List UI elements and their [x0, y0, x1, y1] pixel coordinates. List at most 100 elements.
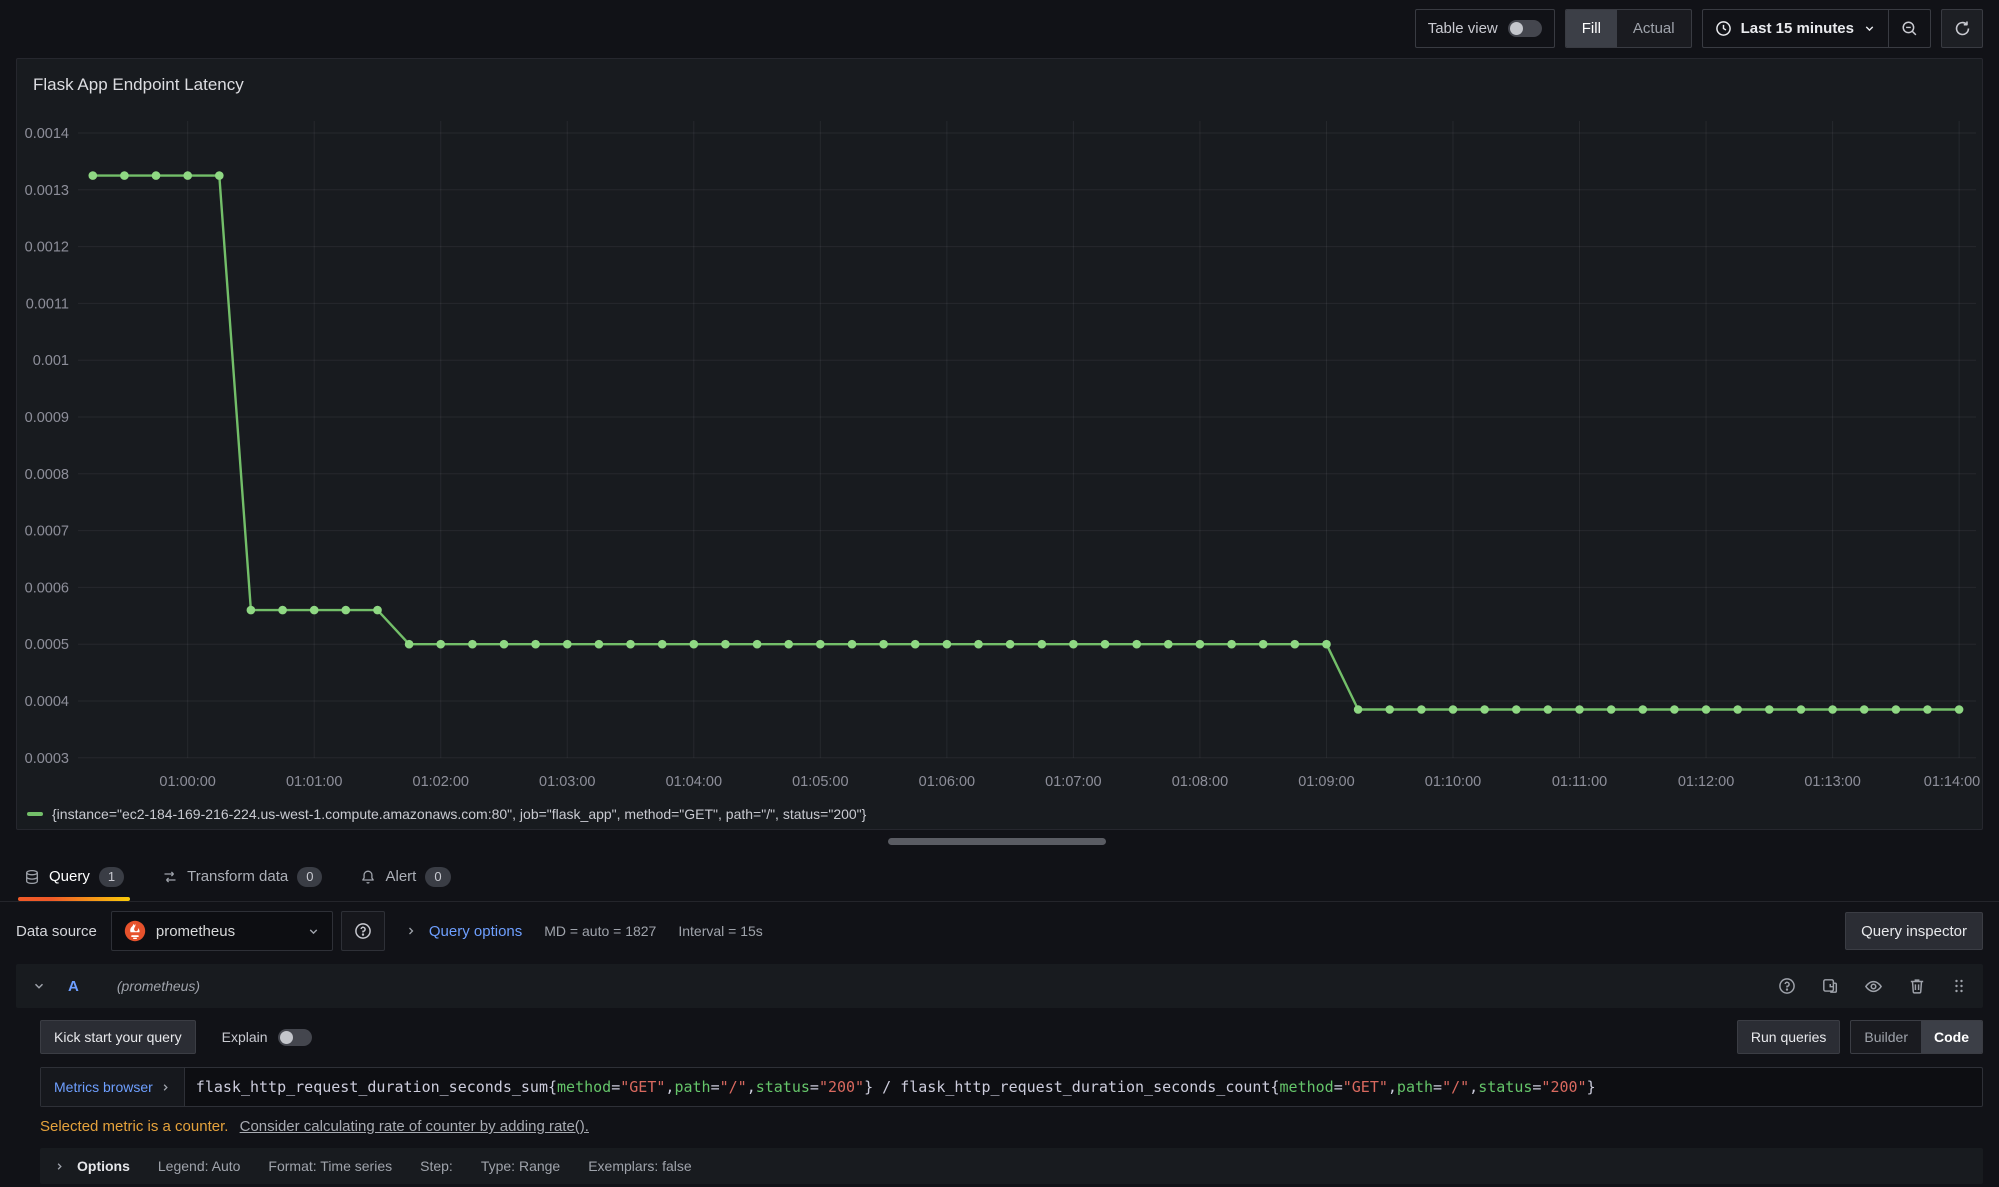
- series-point: [879, 640, 888, 649]
- explain-group: Explain: [222, 1029, 312, 1046]
- series-point: [1354, 705, 1363, 714]
- series-point: [500, 640, 509, 649]
- series-point: [1828, 705, 1837, 714]
- series-point: [310, 606, 319, 615]
- horizontal-scrollbar-thumb[interactable]: [888, 838, 1106, 845]
- datasource-row: Data source prometheus Query options MD …: [0, 908, 1999, 954]
- warning-rate-link[interactable]: Consider calculating rate of counter by …: [240, 1118, 589, 1135]
- y-axis-tick-label: 0.0008: [25, 467, 69, 483]
- y-axis-tick-label: 0.0012: [25, 240, 69, 256]
- run-queries-button[interactable]: Run queries: [1737, 1020, 1841, 1054]
- metrics-browser-button[interactable]: Metrics browser: [41, 1068, 185, 1106]
- chart-area[interactable]: 01:00:0001:01:0001:02:0001:03:0001:04:00…: [17, 111, 1982, 805]
- actual-button[interactable]: Actual: [1617, 10, 1691, 47]
- refresh-button[interactable]: [1941, 9, 1983, 48]
- prometheus-icon: [124, 920, 146, 942]
- query-options-collapsed[interactable]: Options Legend: Auto Format: Time series…: [40, 1148, 1983, 1184]
- series-point: [436, 640, 445, 649]
- tab-transform-data[interactable]: Transform data 0: [156, 852, 328, 901]
- clock-icon: [1715, 20, 1732, 37]
- x-axis-tick-label: 01:10:00: [1425, 774, 1481, 790]
- collapse-chevron-icon[interactable]: [32, 979, 46, 993]
- series-point: [215, 171, 224, 180]
- zoom-out-time-button[interactable]: [1888, 10, 1930, 47]
- series-point: [373, 606, 382, 615]
- tab-query[interactable]: Query 1: [18, 852, 130, 901]
- y-axis-tick-label: 0.0005: [25, 637, 69, 653]
- y-axis-tick-label: 0.0004: [25, 694, 69, 710]
- promql-editor-field: Metrics browser flask_http_request_durat…: [40, 1067, 1983, 1107]
- hide-response-eye-icon[interactable]: [1864, 977, 1883, 996]
- series-point: [1259, 640, 1268, 649]
- y-axis-tick-label: 0.001: [33, 353, 69, 369]
- datasource-select[interactable]: prometheus: [111, 911, 333, 951]
- x-axis-tick-label: 01:01:00: [286, 774, 342, 790]
- series-point: [1670, 705, 1679, 714]
- horizontal-scrollbar-track: [16, 838, 1983, 845]
- refresh-icon: [1954, 20, 1971, 37]
- explain-toggle[interactable]: [278, 1029, 312, 1046]
- y-axis-tick-label: 0.0003: [25, 751, 69, 767]
- legend-series-label[interactable]: {instance="ec2-184-169-216-224.us-west-1…: [52, 806, 866, 822]
- query-help-icon[interactable]: [1778, 977, 1796, 995]
- datasource-help-button[interactable]: [341, 911, 385, 951]
- chevron-right-icon[interactable]: [405, 925, 417, 937]
- bell-icon: [360, 869, 376, 885]
- options-label: Options: [77, 1158, 130, 1174]
- datasource-value: prometheus: [156, 923, 235, 940]
- y-axis-tick-label: 0.0007: [25, 524, 69, 540]
- transform-icon: [162, 869, 178, 885]
- query-expression[interactable]: flask_http_request_duration_seconds_sum{…: [185, 1068, 1607, 1106]
- panel-title: Flask App Endpoint Latency: [17, 59, 1982, 111]
- code-mode-button[interactable]: Code: [1921, 1021, 1982, 1053]
- series-point: [531, 640, 540, 649]
- tab-alert-label: Alert: [385, 868, 416, 885]
- counter-warning: Selected metric is a counter. Consider c…: [40, 1118, 1983, 1135]
- y-axis-tick-label: 0.0009: [25, 410, 69, 426]
- series-point: [1923, 705, 1932, 714]
- builder-code-switch: Builder Code: [1850, 1020, 1983, 1054]
- y-axis-tick-label: 0.0006: [25, 580, 69, 596]
- query-inspector-button[interactable]: Query inspector: [1845, 912, 1983, 950]
- x-axis-tick-label: 01:14:00: [1924, 774, 1980, 790]
- series-point: [563, 640, 572, 649]
- series-point: [911, 640, 920, 649]
- options-header: Options: [54, 1158, 130, 1174]
- query-editor-card: A (prometheus) Kick start your query Exp…: [16, 964, 1983, 1184]
- remove-query-trash-icon[interactable]: [1908, 977, 1926, 995]
- series-point: [1322, 640, 1331, 649]
- query-options-link[interactable]: Query options: [429, 923, 522, 940]
- table-view-toggle[interactable]: [1508, 20, 1542, 37]
- explain-label: Explain: [222, 1029, 268, 1045]
- series-point: [1892, 705, 1901, 714]
- fill-button[interactable]: Fill: [1566, 10, 1617, 47]
- series-point: [1797, 705, 1806, 714]
- latency-chart-svg[interactable]: 01:00:0001:01:0001:02:0001:03:0001:04:00…: [17, 111, 1982, 801]
- series-point: [89, 171, 98, 180]
- builder-mode-button[interactable]: Builder: [1851, 1021, 1921, 1053]
- drag-handle-grip-icon[interactable]: [1951, 978, 1967, 994]
- x-axis-tick-label: 01:11:00: [1552, 774, 1607, 790]
- series-point: [1417, 705, 1426, 714]
- series-point: [1733, 705, 1742, 714]
- tab-alert-badge: 0: [425, 867, 450, 887]
- series-point: [1639, 705, 1648, 714]
- tab-transform-badge: 0: [297, 867, 322, 887]
- duplicate-query-icon[interactable]: [1821, 977, 1839, 995]
- options-legend: Legend: Auto: [158, 1158, 241, 1174]
- series-point: [1512, 705, 1521, 714]
- tab-transform-label: Transform data: [187, 868, 288, 885]
- x-axis-tick-label: 01:00:00: [159, 774, 215, 790]
- kick-start-query-button[interactable]: Kick start your query: [40, 1020, 196, 1054]
- panel-editor-toolbar: Table view Fill Actual Last 15 minutes: [0, 0, 1999, 56]
- query-row-header[interactable]: A (prometheus): [16, 964, 1983, 1008]
- series-line: [93, 176, 1959, 710]
- series-point: [152, 171, 161, 180]
- series-point: [1227, 640, 1236, 649]
- tab-alert[interactable]: Alert 0: [354, 852, 456, 901]
- series-point: [1006, 640, 1015, 649]
- time-range-picker[interactable]: Last 15 minutes: [1703, 10, 1888, 47]
- tab-query-label: Query: [49, 868, 90, 885]
- x-axis-tick-label: 01:09:00: [1298, 774, 1354, 790]
- series-point: [120, 171, 129, 180]
